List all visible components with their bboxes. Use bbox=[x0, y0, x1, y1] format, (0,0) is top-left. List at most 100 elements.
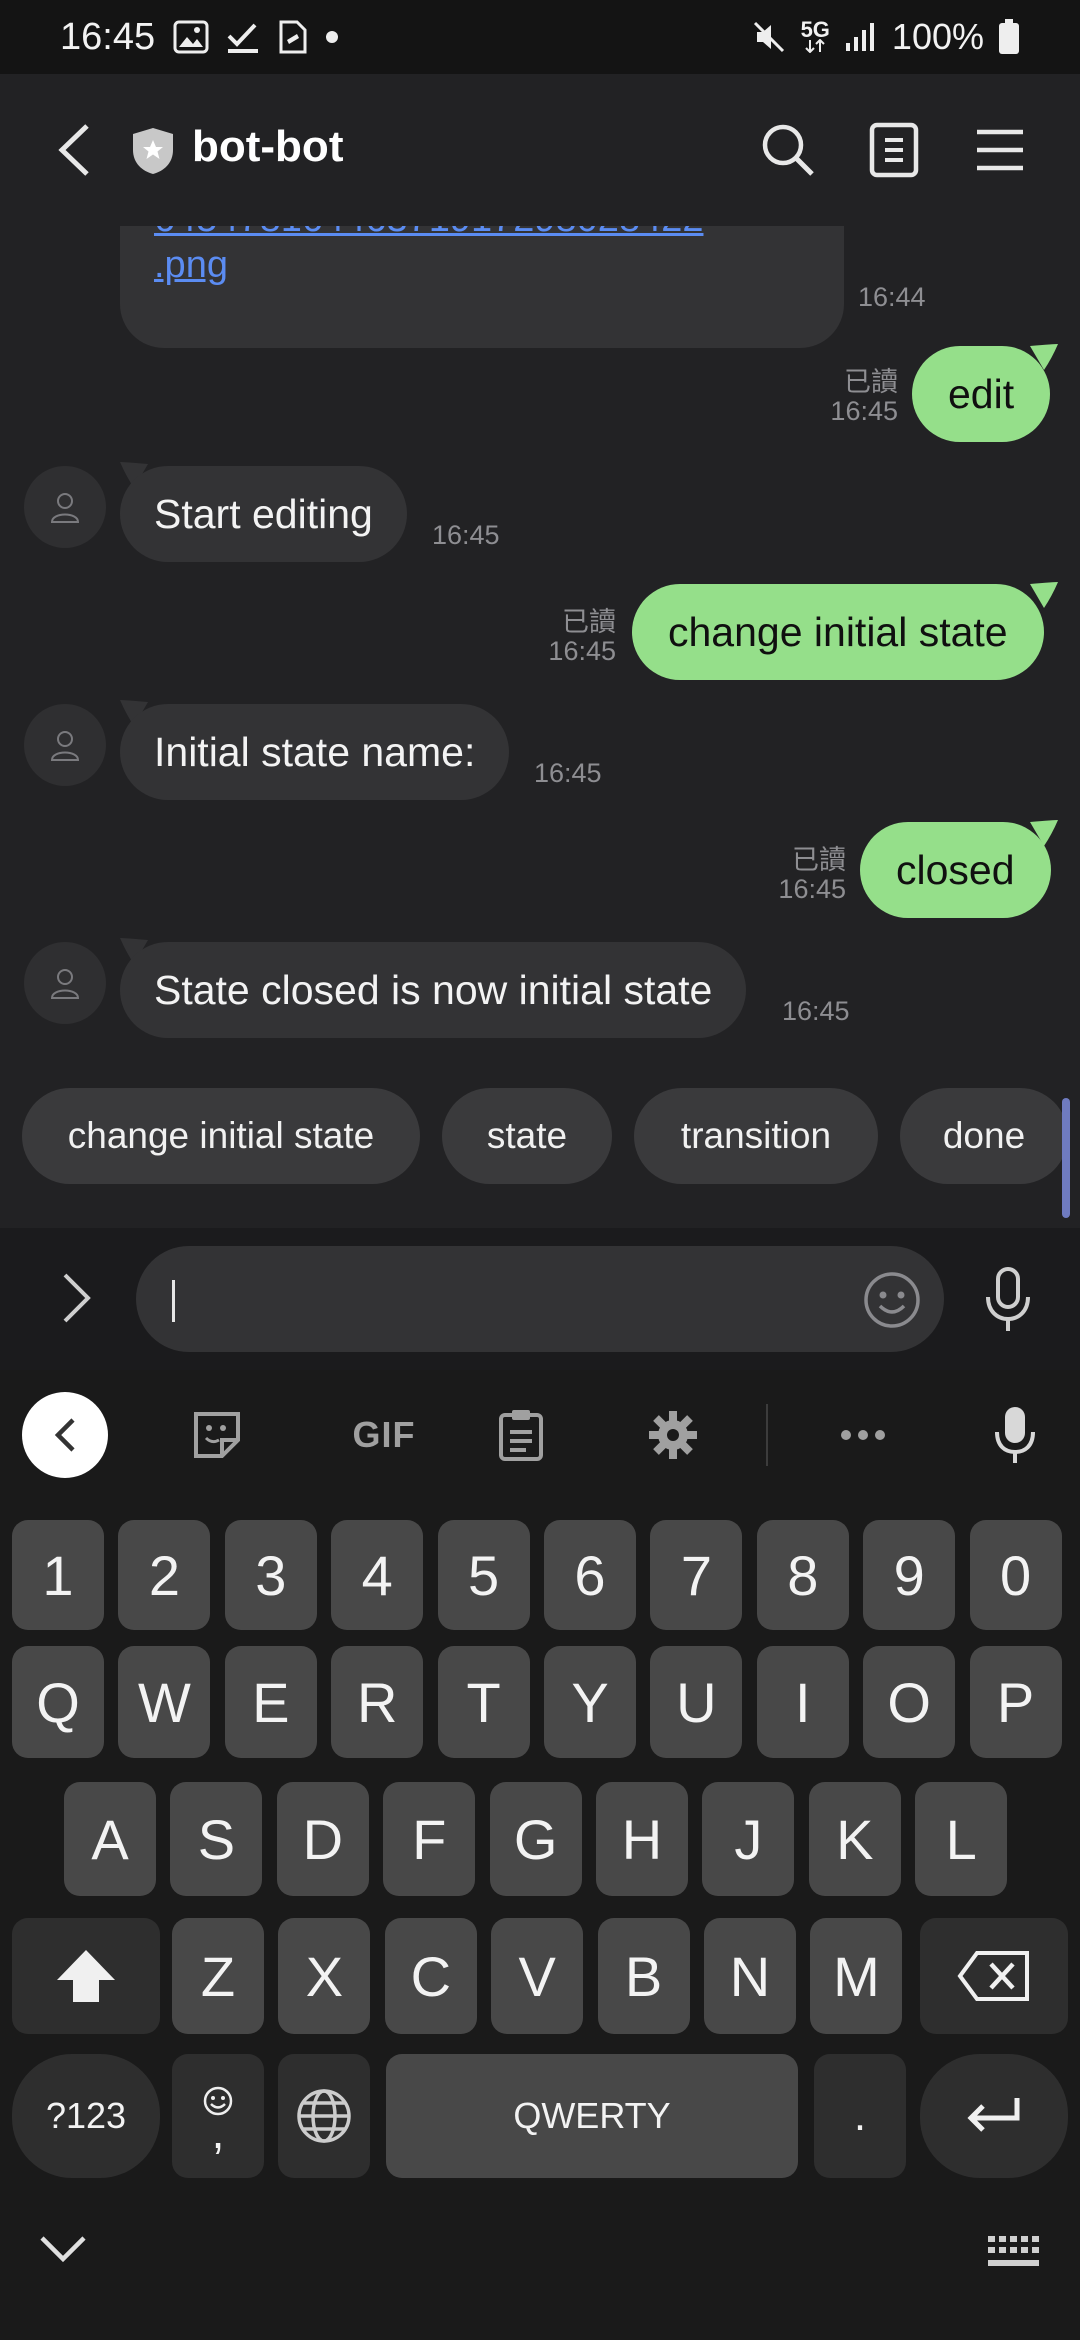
key-2[interactable]: 2 bbox=[118, 1520, 211, 1630]
quick-reply-transition[interactable]: transition bbox=[634, 1088, 878, 1184]
bot-avatar[interactable] bbox=[24, 466, 106, 548]
key-9[interactable]: 9 bbox=[863, 1520, 956, 1630]
key-v[interactable]: V bbox=[491, 1918, 584, 2034]
key-m[interactable]: M bbox=[810, 1918, 903, 2034]
key-r[interactable]: R bbox=[331, 1646, 424, 1758]
incoming-message[interactable]: Initial state name: bbox=[120, 704, 510, 800]
backspace-key[interactable] bbox=[920, 1918, 1068, 2034]
voice-button[interactable] bbox=[980, 1264, 1036, 1336]
bubble-tail bbox=[1030, 582, 1058, 608]
mute-icon bbox=[753, 21, 784, 53]
key-8[interactable]: 8 bbox=[756, 1520, 849, 1630]
chevron-left-icon bbox=[58, 124, 89, 176]
key-b[interactable]: B bbox=[597, 1918, 690, 2034]
key-f[interactable]: F bbox=[383, 1782, 476, 1896]
read-receipt: 已讀 bbox=[562, 607, 616, 637]
dot-icon bbox=[326, 31, 339, 43]
notes-button[interactable] bbox=[860, 116, 928, 184]
quick-reply-state[interactable]: state bbox=[442, 1088, 612, 1184]
back-button[interactable] bbox=[48, 120, 100, 180]
chat-messages[interactable]: 64547816446371917298028422 .png 16:44 已讀… bbox=[0, 226, 1080, 1228]
key-z[interactable]: Z bbox=[172, 1918, 264, 2034]
emoji-icon[interactable] bbox=[862, 1270, 922, 1330]
incoming-message[interactable]: State closed is now initial state bbox=[120, 942, 747, 1038]
key-c[interactable]: C bbox=[384, 1918, 477, 2034]
message-time: 16:45 bbox=[548, 636, 616, 666]
symbols-key[interactable]: ?123 bbox=[12, 2054, 160, 2178]
key-a[interactable]: A bbox=[64, 1782, 156, 1896]
file-link[interactable]: 64547816446371917298028422 .png bbox=[154, 226, 810, 288]
bot-avatar[interactable] bbox=[24, 942, 106, 1024]
user-icon bbox=[50, 493, 80, 523]
gif-label: GIF bbox=[352, 1414, 416, 1455]
voice-input-button[interactable] bbox=[980, 1400, 1050, 1470]
key-4[interactable]: 4 bbox=[331, 1520, 424, 1630]
key-5[interactable]: 5 bbox=[437, 1520, 530, 1630]
outgoing-message[interactable]: change initial state bbox=[632, 584, 1044, 680]
keyboard-icon bbox=[988, 2236, 1039, 2266]
enter-key[interactable] bbox=[920, 2054, 1068, 2178]
menu-button[interactable] bbox=[966, 116, 1034, 184]
read-receipt: 已讀 bbox=[792, 845, 846, 875]
microphone-icon bbox=[995, 1407, 1035, 1463]
key-1[interactable]: 1 bbox=[12, 1520, 104, 1630]
key-o[interactable]: O bbox=[863, 1646, 956, 1758]
comma-emoji-key[interactable]: , bbox=[172, 2054, 264, 2178]
shift-key[interactable] bbox=[12, 1918, 160, 2034]
quick-reply-done[interactable]: done bbox=[900, 1088, 1068, 1184]
key-i[interactable]: I bbox=[756, 1646, 849, 1758]
key-y[interactable]: Y bbox=[544, 1646, 636, 1758]
settings-button[interactable] bbox=[638, 1400, 708, 1470]
hide-keyboard-button[interactable] bbox=[38, 2234, 88, 2274]
key-u[interactable]: U bbox=[650, 1646, 743, 1758]
gif-button[interactable]: GIF bbox=[334, 1400, 434, 1470]
key-6[interactable]: 6 bbox=[544, 1520, 636, 1630]
message-input[interactable] bbox=[136, 1246, 944, 1352]
key-g[interactable]: G bbox=[489, 1782, 582, 1896]
bot-avatar[interactable] bbox=[24, 704, 106, 786]
signal-icon bbox=[845, 23, 874, 51]
key-q[interactable]: Q bbox=[12, 1646, 104, 1758]
key-3[interactable]: 3 bbox=[224, 1520, 317, 1630]
enter-icon bbox=[967, 2098, 1020, 2132]
toolbar-collapse-button[interactable] bbox=[22, 1392, 108, 1478]
shift-icon bbox=[57, 1950, 115, 2002]
expand-button[interactable] bbox=[52, 1268, 102, 1328]
period-key[interactable]: . bbox=[814, 2054, 906, 2178]
backspace-icon bbox=[957, 1951, 1029, 2001]
outgoing-message[interactable]: closed bbox=[860, 822, 1051, 918]
key-k[interactable]: K bbox=[808, 1782, 901, 1896]
key-h[interactable]: H bbox=[596, 1782, 688, 1896]
key-7[interactable]: 7 bbox=[650, 1520, 743, 1630]
message-time: 16:45 bbox=[534, 758, 602, 788]
note-icon bbox=[279, 20, 307, 54]
search-button[interactable] bbox=[754, 116, 822, 184]
keyboard-switch-button[interactable] bbox=[986, 2234, 1040, 2272]
message-input-bar bbox=[0, 1228, 1080, 1370]
more-options-button[interactable] bbox=[828, 1400, 898, 1470]
key-x[interactable]: X bbox=[278, 1918, 371, 2034]
key-n[interactable]: N bbox=[704, 1918, 796, 2034]
clipboard-button[interactable] bbox=[486, 1400, 556, 1470]
key-e[interactable]: E bbox=[224, 1646, 317, 1758]
quick-reply-scrollbar[interactable] bbox=[1062, 1098, 1070, 1218]
key-p[interactable]: P bbox=[969, 1646, 1062, 1758]
search-icon bbox=[762, 124, 814, 176]
incoming-message[interactable]: Start editing bbox=[120, 466, 407, 562]
language-key[interactable] bbox=[278, 2054, 370, 2178]
key-d[interactable]: D bbox=[276, 1782, 369, 1896]
space-key[interactable]: QWERTY bbox=[386, 2054, 798, 2178]
message-time: 16:45 bbox=[830, 396, 898, 426]
key-0[interactable]: 0 bbox=[969, 1520, 1062, 1630]
key-s[interactable]: S bbox=[170, 1782, 263, 1896]
key-t[interactable]: T bbox=[437, 1646, 530, 1758]
sticker-button[interactable] bbox=[182, 1400, 252, 1470]
key-l[interactable]: L bbox=[915, 1782, 1008, 1896]
quick-reply-change-initial-state[interactable]: change initial state bbox=[22, 1088, 420, 1184]
key-w[interactable]: W bbox=[118, 1646, 211, 1758]
network-type: 5G bbox=[801, 19, 830, 53]
more-horizontal-icon bbox=[841, 1430, 885, 1440]
message-time: 16:45 bbox=[782, 996, 850, 1026]
key-j[interactable]: J bbox=[702, 1782, 795, 1896]
read-receipt: 已讀 bbox=[844, 367, 898, 397]
